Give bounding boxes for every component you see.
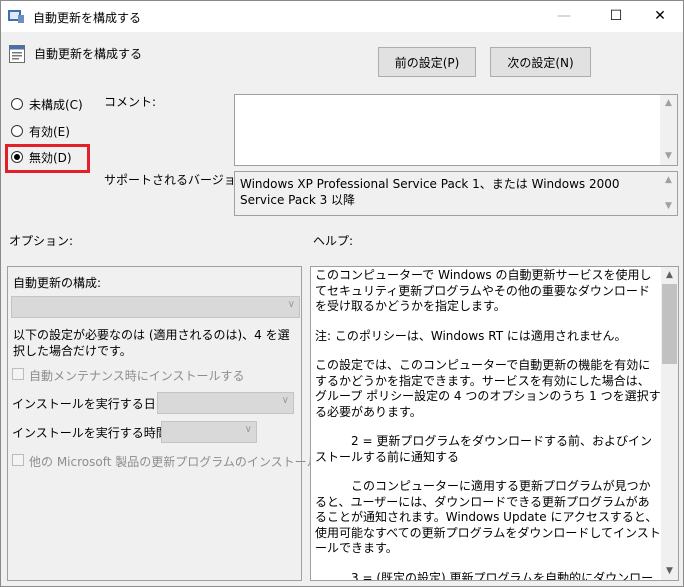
help-text: このコンピューターで Windows の自動更新サービスを使用してセキュリティ更… (315, 267, 661, 581)
scroll-up-icon[interactable]: ▲ (660, 95, 677, 112)
policy-app-icon (8, 10, 24, 23)
install-time-dropdown[interactable]: ∨ (161, 421, 257, 443)
chevron-down-icon: ∨ (244, 424, 252, 435)
settings-page-icon (9, 45, 25, 63)
radio-label: 有効(E) (29, 125, 70, 139)
help-paragraph: 3 = (既定の設定) 更新プログラムを自動的にダウンロードし、インストールの準… (351, 570, 654, 581)
comment-textarea[interactable]: ▲ ▼ (234, 94, 678, 166)
scroll-up-icon[interactable]: ▲ (660, 172, 677, 189)
scroll-down-icon[interactable]: ▼ (661, 563, 678, 580)
options-label: オプション: (9, 234, 74, 248)
maintenance-checkbox[interactable] (12, 368, 24, 380)
help-panel: このコンピューターで Windows の自動更新サービスを使用してセキュリティ更… (310, 266, 679, 581)
help-scrollbar[interactable]: ▲ ▼ (661, 267, 678, 580)
dialog-window: 自動更新を構成する — ☐ ✕ 自動更新を構成する 前の設定(P) 次の設定(N… (0, 0, 684, 587)
other-products-checkbox-label: 他の Microsoft 製品の更新プログラムのインストール (29, 455, 319, 469)
maximize-button[interactable]: ☐ (593, 1, 639, 32)
radio-circle[interactable] (11, 125, 23, 137)
supported-on-box: Windows XP Professional Service Pack 1、ま… (234, 171, 678, 216)
radio-label: 未構成(C) (29, 98, 83, 112)
scrollbar-thumb[interactable] (662, 284, 677, 364)
selection-highlight-box (5, 144, 90, 173)
install-day-dropdown[interactable]: ∨ (157, 392, 294, 414)
supported-on-label: サポートされるバージョン: (104, 173, 252, 187)
configure-updates-dropdown[interactable]: ∨ (11, 296, 300, 318)
previous-setting-button[interactable]: 前の設定(P) (378, 47, 476, 77)
supported-scrollbar[interactable]: ▲ ▼ (660, 172, 677, 215)
help-paragraph: この設定では、このコンピューターで自動更新の機能を有効にするかどうかを指定できま… (315, 358, 661, 419)
supported-on-text: Windows XP Professional Service Pack 1、ま… (240, 177, 620, 207)
setting-title: 自動更新を構成する (34, 47, 143, 61)
help-paragraph: 注: このポリシーは、Windows RT には適用されません。 (315, 328, 627, 343)
scroll-down-icon[interactable]: ▼ (660, 148, 677, 165)
window-title: 自動更新を構成する (33, 11, 142, 25)
title-bar: 自動更新を構成する — ☐ ✕ (1, 1, 683, 32)
help-paragraph: 2 = 更新プログラムをダウンロードする前、およびインストールする前に通知する (315, 434, 652, 464)
comment-label: コメント: (104, 95, 157, 109)
radio-circle[interactable] (11, 98, 23, 110)
close-button[interactable]: ✕ (637, 1, 683, 32)
install-time-label: インストールを実行する時間: (12, 426, 172, 440)
minimize-button[interactable]: — (541, 1, 587, 32)
help-label: ヘルプ: (313, 234, 354, 248)
scroll-down-icon[interactable]: ▼ (660, 198, 677, 215)
other-products-checkbox[interactable] (12, 454, 24, 466)
next-setting-button[interactable]: 次の設定(N) (490, 47, 591, 77)
options-panel: 自動更新の構成: ∨ 以下の設定が必要なのは (適用されるのは)、4 を選択した… (7, 266, 319, 581)
maintenance-checkbox-label: 自動メンテナンス時にインストールする (29, 369, 245, 383)
comment-scrollbar[interactable]: ▲ ▼ (660, 95, 677, 165)
options-note: 以下の設定が必要なのは (適用されるのは)、4 を選択した場合だけです。 (13, 328, 290, 358)
configure-updates-label: 自動更新の構成: (13, 276, 102, 290)
scroll-up-icon[interactable]: ▲ (661, 267, 678, 284)
chevron-down-icon: ∨ (281, 395, 289, 406)
help-paragraph: このコンピューターに適用する更新プログラムが見つかると、ユーザーには、ダウンロー… (315, 479, 661, 555)
install-day-label: インストールを実行する日: (12, 397, 160, 411)
help-paragraph: このコンピューターで Windows の自動更新サービスを使用してセキュリティ更… (315, 268, 652, 313)
chevron-down-icon: ∨ (287, 299, 295, 310)
